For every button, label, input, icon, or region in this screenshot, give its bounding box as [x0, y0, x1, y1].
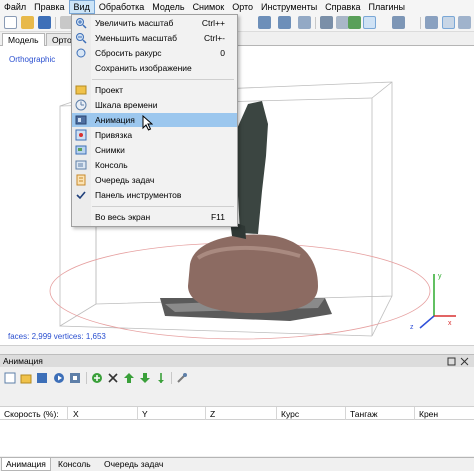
menu-item-toolbar[interactable]: Панель инструментов: [72, 188, 237, 202]
project-icon: [75, 85, 87, 95]
render-mode-icon[interactable]: [348, 16, 361, 29]
jobs-icon: [76, 174, 86, 186]
svg-text:z: z: [410, 324, 414, 331]
axis-gizmo: y x z: [410, 273, 456, 331]
crop-icon[interactable]: [458, 16, 471, 29]
open-folder-icon[interactable]: [21, 16, 34, 29]
photos-icon: [75, 145, 87, 155]
menu-item-reference[interactable]: Привязка: [72, 128, 237, 142]
menu-item-save-image[interactable]: Сохранить изображение: [72, 61, 237, 75]
save-icon[interactable]: [38, 16, 51, 29]
reset-view-icon: [76, 48, 86, 58]
shape-icon[interactable]: [425, 16, 438, 29]
new-track-icon[interactable]: [4, 372, 16, 384]
grid-icon[interactable]: [320, 16, 333, 29]
float-panel-icon[interactable]: [447, 357, 456, 366]
menu-workflow[interactable]: Обработка: [95, 0, 148, 14]
bottom-panel-tabs: Анимация Консоль Очередь задач: [0, 457, 474, 471]
menu-tools[interactable]: Инструменты: [257, 0, 321, 14]
console-icon: [75, 160, 87, 170]
open-track-icon[interactable]: [20, 372, 32, 384]
col-heading: Курс: [281, 409, 300, 419]
menu-item-animation[interactable]: Анимация: [72, 113, 237, 127]
play-icon[interactable]: [53, 372, 65, 384]
tab-model[interactable]: Модель: [2, 33, 45, 46]
cameras-icon[interactable]: [392, 16, 405, 29]
menu-photo[interactable]: Снимок: [189, 0, 229, 14]
add-keyframe-icon[interactable]: [91, 372, 103, 384]
menu-item-zoom-out[interactable]: Уменьшить масштаб Ctrl+-: [72, 31, 237, 45]
tab-console[interactable]: Консоль: [54, 458, 95, 471]
menu-plugins[interactable]: Плагины: [364, 0, 408, 14]
zoom-fit-icon[interactable]: [298, 16, 311, 29]
mouse-cursor-icon: [142, 115, 153, 131]
keyframe-table-header: Скорость (%): X Y Z Курс Тангаж Крен: [0, 406, 474, 420]
zoom-out-icon: [76, 33, 87, 44]
model-stats-label: faces: 2,999 vertices: 1,653: [8, 332, 106, 341]
animation-icon: [75, 115, 87, 125]
menu-model[interactable]: Модель: [148, 0, 188, 14]
move-up-icon[interactable]: [123, 372, 135, 384]
animation-panel-header: Анимация: [0, 354, 474, 367]
sort-icon[interactable]: [155, 372, 167, 384]
menu-item-project[interactable]: Проект: [72, 83, 237, 97]
menu-item-jobs[interactable]: Очередь задач: [72, 173, 237, 187]
col-speed: Скорость (%):: [4, 409, 59, 419]
menu-bar: Файл Правка Вид Обработка Модель Снимок …: [0, 0, 474, 14]
tab-jobs[interactable]: Очередь задач: [100, 458, 167, 471]
close-panel-icon[interactable]: [460, 357, 469, 366]
menu-item-zoom-in[interactable]: Увеличить масштаб Ctrl++: [72, 16, 237, 30]
col-pitch: Тангаж: [350, 409, 378, 419]
zoom-out-icon[interactable]: [278, 16, 291, 29]
col-x: X: [73, 409, 79, 419]
zoom-in-icon[interactable]: [258, 16, 271, 29]
menu-edit[interactable]: Правка: [30, 0, 68, 14]
move-down-icon[interactable]: [139, 372, 151, 384]
menu-item-reset-view[interactable]: Сбросить ракурс 0: [72, 46, 237, 60]
col-roll: Крен: [419, 409, 439, 419]
new-file-icon[interactable]: [4, 16, 17, 29]
timeline-icon: [75, 99, 87, 111]
menu-item-timeline[interactable]: Шкала времени: [72, 98, 237, 112]
menu-ortho[interactable]: Орто: [228, 0, 257, 14]
menu-item-console[interactable]: Консоль: [72, 158, 237, 172]
select-icon[interactable]: [442, 16, 455, 29]
menu-help[interactable]: Справка: [321, 0, 364, 14]
animation-panel-title: Анимация: [3, 356, 43, 366]
menu-item-photos[interactable]: Снимки: [72, 143, 237, 157]
stop-icon[interactable]: [69, 372, 81, 384]
keyframe-table-body[interactable]: [0, 420, 474, 456]
checkmark-icon: [76, 191, 86, 200]
menu-file[interactable]: Файл: [0, 0, 30, 14]
col-z: Z: [210, 409, 216, 419]
svg-text:y: y: [438, 273, 442, 280]
delete-keyframe-icon[interactable]: [107, 372, 119, 384]
save-track-icon[interactable]: [36, 372, 48, 384]
view-menu-dropdown: Увеличить масштаб Ctrl++ Уменьшить масшт…: [71, 14, 238, 227]
tab-animation[interactable]: Анимация: [1, 458, 51, 471]
col-y: Y: [142, 409, 148, 419]
menu-item-fullscreen[interactable]: Во весь экран F11: [72, 210, 237, 224]
projection-label: Orthographic: [9, 55, 56, 64]
texture-icon[interactable]: [363, 16, 376, 29]
svg-text:x: x: [448, 320, 452, 327]
menu-view[interactable]: Вид: [68, 0, 95, 14]
reference-icon: [75, 129, 87, 141]
animation-toolbar: [0, 367, 474, 389]
zoom-in-icon: [76, 18, 87, 29]
settings-tools-icon[interactable]: [176, 372, 188, 384]
